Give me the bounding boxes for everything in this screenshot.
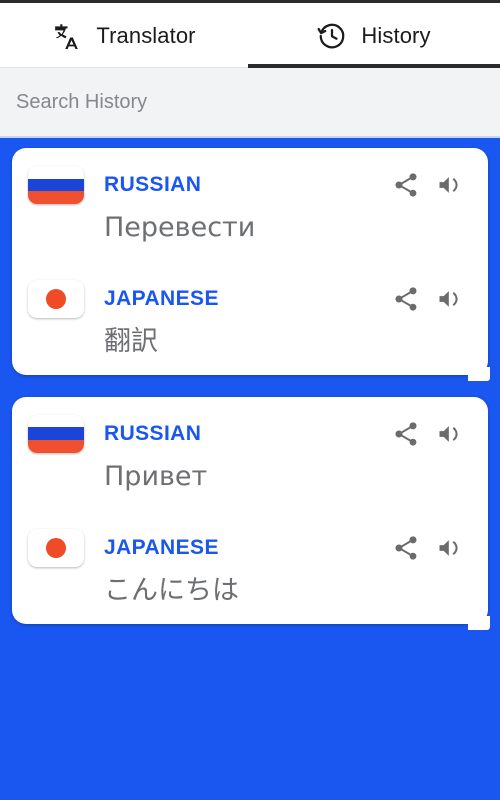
entry-header: RUSSIAN	[28, 166, 472, 204]
language-label: RUSSIAN	[104, 421, 202, 445]
tab-translator[interactable]: Translator	[0, 3, 248, 68]
history-card[interactable]: RUSSIAN Перевести JAPANESE 翻訳	[12, 148, 490, 381]
language-label: RUSSIAN	[104, 173, 202, 196]
speak-button[interactable]	[428, 280, 472, 318]
share-icon	[395, 422, 417, 446]
tab-translator-label: Translator	[96, 22, 196, 48]
speak-button[interactable]	[428, 415, 472, 453]
entry-header: RUSSIAN	[28, 414, 472, 453]
share-icon	[395, 536, 417, 560]
translate-icon	[52, 21, 82, 51]
speak-button[interactable]	[428, 529, 472, 567]
history-entry: RUSSIAN Привет	[28, 414, 472, 493]
history-card[interactable]: RUSSIAN Привет JAPANESE こんにちは	[12, 396, 490, 630]
card-notch	[468, 615, 490, 630]
tab-history-label: History	[361, 22, 431, 48]
share-button[interactable]	[384, 280, 428, 318]
flag-russia-icon	[28, 166, 84, 204]
volume-up-icon	[439, 291, 458, 308]
search-input[interactable]	[16, 90, 484, 114]
card-notch	[468, 366, 490, 381]
search-history-bar[interactable]	[0, 68, 500, 138]
flag-japan-icon	[28, 529, 84, 568]
flag-russia-icon	[28, 414, 84, 453]
share-icon	[395, 173, 417, 197]
phrase-text: Перевести	[104, 212, 256, 243]
history-entry: JAPANESE 翻訳	[28, 280, 472, 358]
volume-up-icon	[439, 177, 458, 193]
share-button[interactable]	[384, 415, 428, 453]
volume-up-icon	[439, 425, 458, 442]
tab-bar: Translator History	[0, 3, 500, 68]
history-list[interactable]: RUSSIAN Перевести JAPANESE 翻訳 RUSSIAN Пр…	[0, 138, 500, 800]
tab-history[interactable]: History	[248, 3, 500, 68]
flag-japan-icon	[28, 280, 84, 319]
phrase-text: こんにちは	[104, 575, 239, 607]
entry-header: JAPANESE	[28, 529, 472, 568]
history-clock-icon	[317, 21, 347, 51]
share-icon	[395, 287, 417, 311]
share-button[interactable]	[384, 166, 428, 204]
entry-header: JAPANESE	[28, 280, 472, 319]
language-label: JAPANESE	[104, 536, 219, 560]
volume-up-icon	[439, 540, 458, 557]
speak-button[interactable]	[428, 166, 472, 204]
share-button[interactable]	[384, 529, 428, 567]
history-entry: RUSSIAN Перевести	[28, 166, 472, 244]
phrase-text: 翻訳	[104, 326, 158, 358]
tab-active-indicator	[248, 64, 500, 68]
history-entry: JAPANESE こんにちは	[28, 529, 472, 607]
language-label: JAPANESE	[104, 287, 219, 311]
phrase-text: Привет	[104, 460, 208, 492]
